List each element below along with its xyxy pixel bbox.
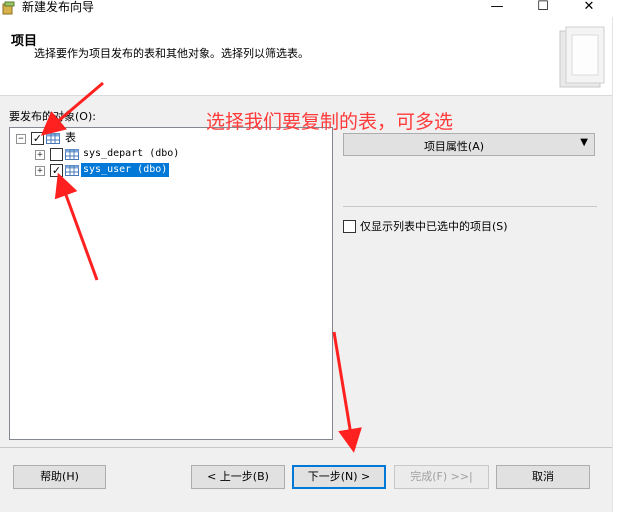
annotation-arrows bbox=[40, 81, 362, 453]
arrow-to-next-button bbox=[332, 331, 362, 453]
arrow-to-sys-user-checkbox bbox=[54, 172, 99, 281]
arrow-to-root-checkbox bbox=[40, 81, 104, 136]
